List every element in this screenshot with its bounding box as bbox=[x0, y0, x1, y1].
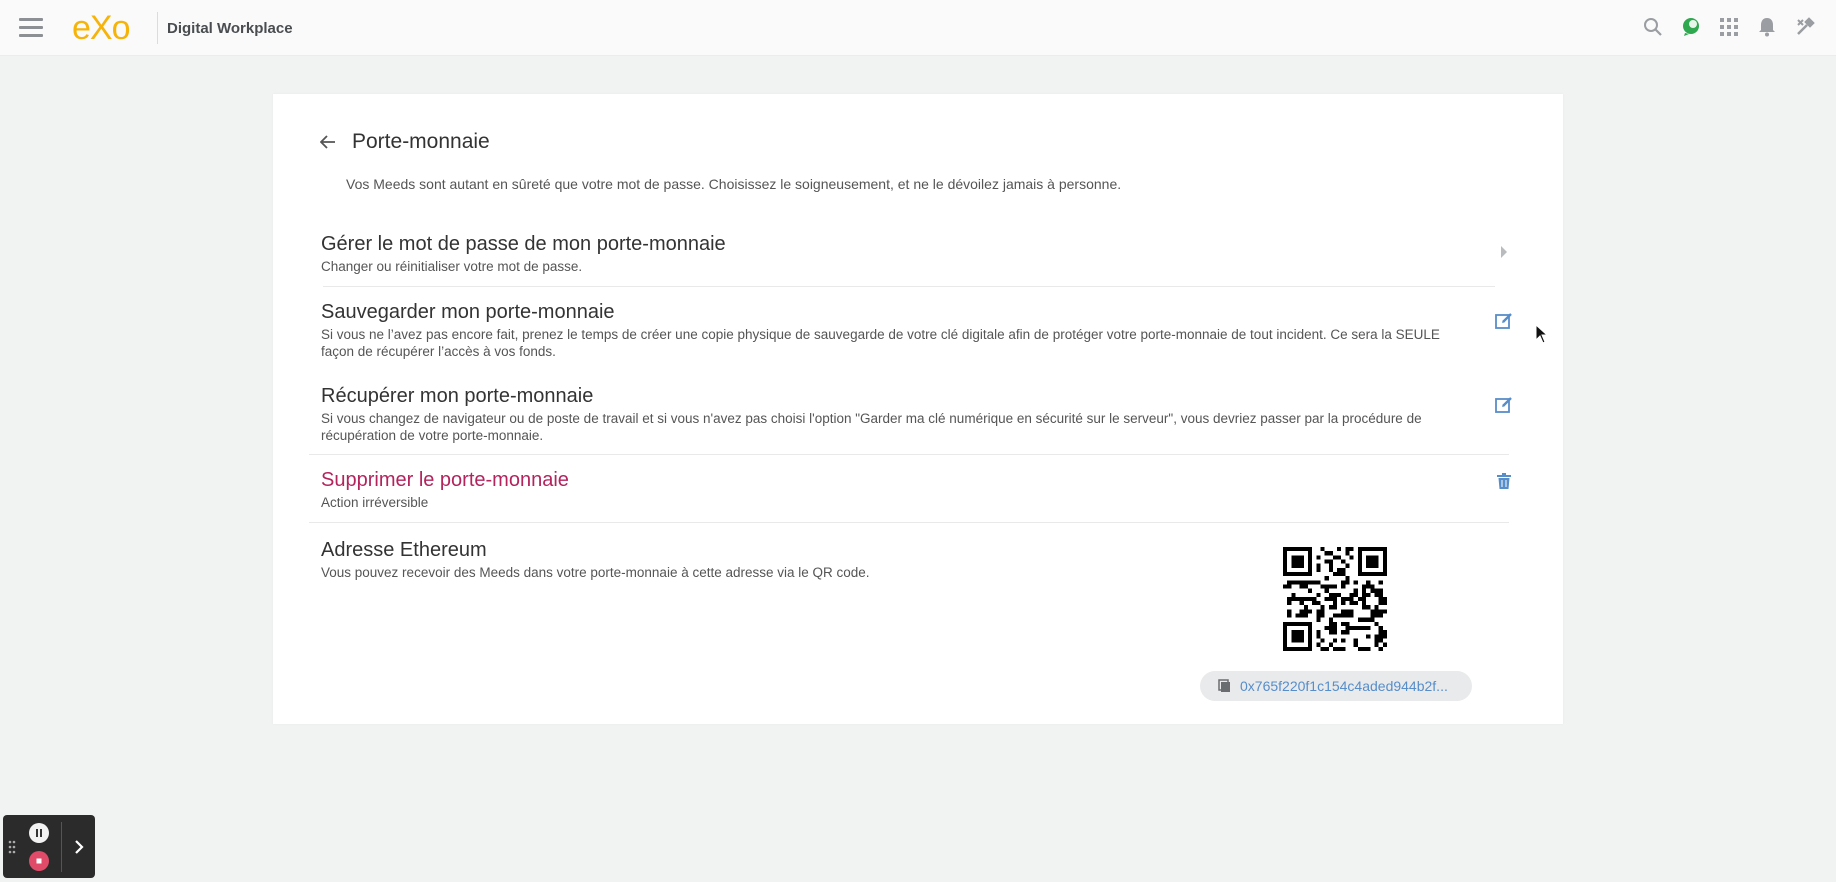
wallet-address-copy-button[interactable]: 0x765f220f1c154c4aded944b2f... bbox=[1200, 671, 1472, 701]
logo-divider bbox=[157, 12, 158, 44]
qr-code-icon bbox=[1283, 547, 1387, 651]
trash-icon[interactable] bbox=[1492, 469, 1516, 493]
recorder-controls bbox=[21, 822, 57, 871]
intro-text: Vos Meeds sont autant en sûreté que votr… bbox=[346, 176, 1122, 192]
top-navigation-bar: eXo Digital Workplace bbox=[0, 0, 1836, 56]
site-name[interactable]: Digital Workplace bbox=[167, 20, 293, 37]
item-title: Gérer le mot de passe de mon porte-monna… bbox=[321, 233, 726, 255]
manage-password-item[interactable]: Gérer le mot de passe de mon porte-monna… bbox=[321, 232, 1516, 275]
divider bbox=[323, 286, 1495, 287]
chevron-right-icon[interactable] bbox=[62, 839, 95, 855]
edit-icon[interactable] bbox=[1492, 309, 1516, 333]
exo-logo[interactable]: eXo bbox=[72, 8, 152, 48]
item-title: Sauvegarder mon porte-monnaie bbox=[321, 301, 615, 323]
admin-tools-icon[interactable] bbox=[1794, 16, 1816, 38]
page-title: Porte-monnaie bbox=[352, 130, 490, 153]
backup-wallet-item: Sauvegarder mon porte-monnaie Si vous ne… bbox=[321, 300, 1516, 360]
divider bbox=[309, 454, 1509, 455]
chevron-right-icon[interactable] bbox=[1492, 240, 1516, 264]
page-header: Porte-monnaie bbox=[318, 130, 490, 154]
copy-icon bbox=[1218, 679, 1230, 692]
screen-recorder-widget bbox=[3, 815, 95, 878]
item-description: Action irréversible bbox=[321, 495, 429, 510]
notifications-bell-icon[interactable] bbox=[1756, 16, 1778, 38]
apps-grid-icon[interactable] bbox=[1718, 16, 1740, 38]
item-description: Si vous changez de navigateur ou de post… bbox=[321, 411, 1422, 443]
item-description: Si vous ne l’avez pas encore fait, prene… bbox=[321, 327, 1440, 359]
item-title: Supprimer le porte-monnaie bbox=[321, 469, 569, 491]
wallet-settings-card: Porte-monnaie Vos Meeds sont autant en s… bbox=[273, 94, 1563, 724]
recover-wallet-item: Récupérer mon porte-monnaie Si vous chan… bbox=[321, 384, 1516, 444]
hamburger-menu-icon[interactable] bbox=[19, 18, 43, 38]
mouse-cursor-icon bbox=[1535, 324, 1549, 344]
delete-wallet-item: Supprimer le porte-monnaie Action irréve… bbox=[321, 468, 1516, 511]
back-arrow-icon[interactable] bbox=[318, 132, 338, 152]
search-icon[interactable] bbox=[1642, 16, 1664, 38]
stop-icon[interactable] bbox=[29, 850, 49, 871]
item-description: Changer ou réinitialiser votre mot de pa… bbox=[321, 259, 583, 274]
item-title: Récupérer mon porte-monnaie bbox=[321, 385, 594, 407]
edit-icon[interactable] bbox=[1492, 393, 1516, 417]
drag-handle-icon[interactable] bbox=[3, 840, 21, 854]
top-icons-group bbox=[1642, 16, 1816, 38]
pause-icon[interactable] bbox=[29, 822, 49, 843]
chat-icon[interactable] bbox=[1680, 16, 1702, 38]
divider bbox=[309, 522, 1509, 523]
wallet-address: 0x765f220f1c154c4aded944b2f... bbox=[1240, 678, 1448, 694]
